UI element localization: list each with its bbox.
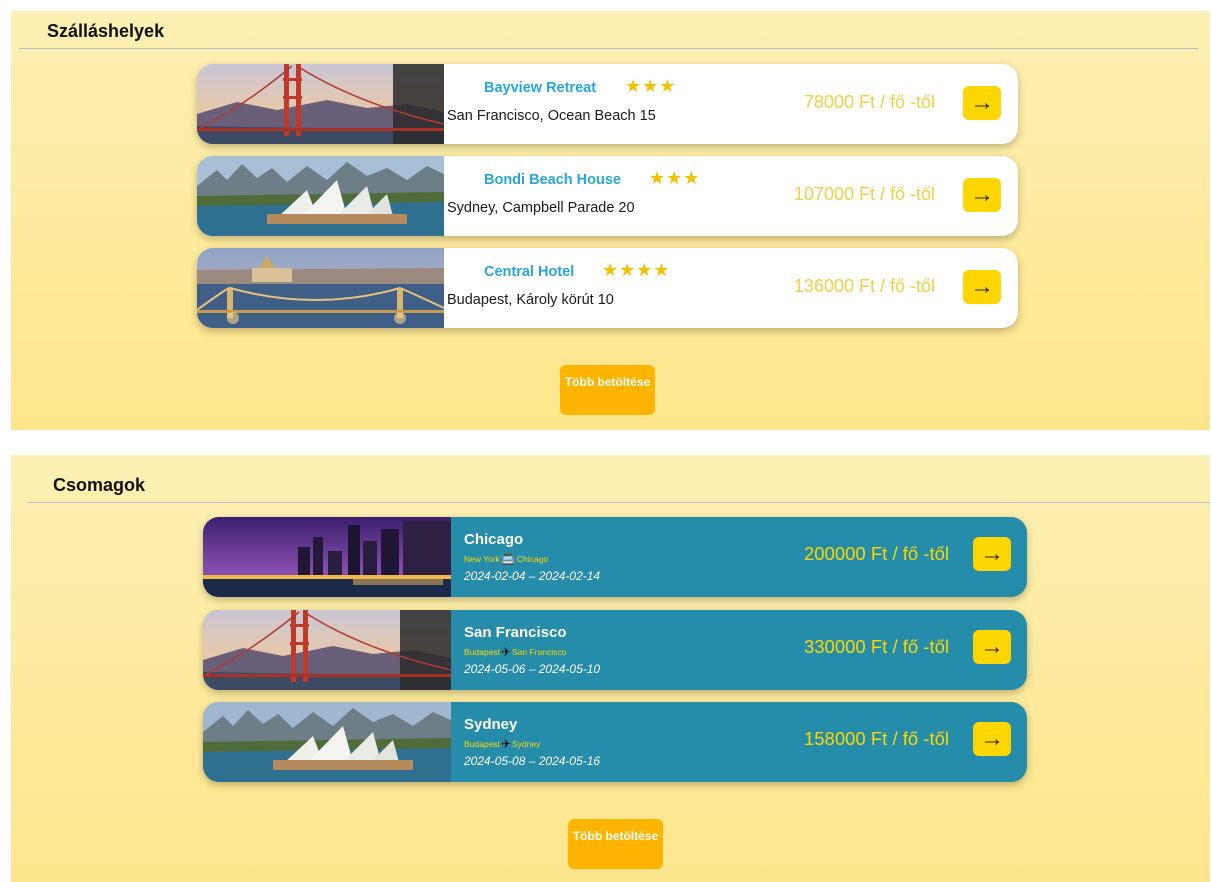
section-title: Szálláshelyek bbox=[47, 21, 165, 41]
route-origin: Budapest bbox=[464, 647, 500, 657]
budapest-chain-bridge-image bbox=[197, 248, 444, 328]
load-more-accommodations-button[interactable]: Több betöltése bbox=[560, 365, 655, 415]
accommodation-card[interactable]: Bondi Beach House ★★★ Sydney, Campbell P… bbox=[197, 156, 1018, 236]
route-destination: San Francisco bbox=[511, 647, 567, 657]
package-dates: 2024-05-06 – 2024-05-10 bbox=[464, 662, 601, 676]
package-city: Chicago bbox=[464, 531, 524, 548]
arrow-right-icon: → bbox=[970, 89, 994, 116]
star-rating-icon: ★★★ bbox=[625, 76, 677, 96]
open-hotel-button[interactable]: → bbox=[963, 178, 1001, 212]
bus-icon: 🚍 bbox=[500, 552, 516, 566]
arrow-right-icon: → bbox=[970, 273, 994, 300]
package-price: 158000 Ft / fő -től bbox=[803, 728, 949, 749]
open-package-button[interactable]: → bbox=[973, 722, 1011, 756]
route-destination: Sydney bbox=[511, 739, 541, 749]
package-card[interactable]: Chicago New York 🚍 Chicago 2024-02-04 – … bbox=[203, 517, 1027, 597]
hotel-price: 78000 Ft / fő -től bbox=[803, 92, 935, 112]
arrow-right-icon: → bbox=[980, 725, 1004, 752]
sydney-opera-house-image bbox=[197, 156, 444, 236]
package-city: Sydney bbox=[464, 716, 518, 733]
hotel-address: Budapest, Károly körút 10 bbox=[447, 292, 614, 308]
hotel-name-link[interactable]: Central Hotel bbox=[484, 264, 574, 280]
card-body: Bayview Retreat ★★★ San Francisco, Ocean… bbox=[444, 64, 1018, 144]
section-divider bbox=[27, 502, 1210, 503]
plane-icon: ✈ bbox=[500, 737, 511, 751]
package-card[interactable]: San Francisco Budapest ✈ San Francisco 2… bbox=[203, 610, 1027, 690]
package-dates: 2024-02-04 – 2024-02-14 bbox=[464, 569, 601, 583]
route-origin: New York bbox=[464, 554, 500, 564]
hotel-price: 136000 Ft / fő -től bbox=[793, 276, 935, 296]
open-package-button[interactable]: → bbox=[973, 537, 1011, 571]
accommodation-card[interactable]: Central Hotel ★★★★ Budapest, Károly körú… bbox=[197, 248, 1018, 328]
route-origin: Budapest bbox=[464, 739, 500, 749]
open-hotel-button[interactable]: → bbox=[963, 86, 1001, 120]
chicago-skyline-image bbox=[203, 517, 451, 597]
hotel-name-link[interactable]: Bayview Retreat bbox=[484, 80, 596, 96]
star-rating-icon: ★★★ bbox=[649, 168, 701, 188]
package-price: 330000 Ft / fő -től bbox=[803, 636, 949, 657]
golden-gate-bridge-image bbox=[203, 610, 451, 690]
star-rating-icon: ★★★★ bbox=[602, 260, 671, 280]
route-destination: Chicago bbox=[516, 554, 549, 564]
sydney-opera-house-image bbox=[203, 702, 451, 782]
arrow-right-icon: → bbox=[980, 633, 1004, 660]
hotel-name-link[interactable]: Bondi Beach House bbox=[484, 172, 621, 188]
card-body: Bondi Beach House ★★★ Sydney, Campbell P… bbox=[444, 156, 1018, 236]
plane-icon: ✈ bbox=[500, 645, 511, 659]
load-more-packages-button[interactable]: Több betöltése bbox=[568, 819, 663, 869]
card-body: Chicago New York 🚍 Chicago 2024-02-04 – … bbox=[451, 517, 1027, 597]
package-route: Budapest ✈ Sydney bbox=[464, 738, 540, 750]
package-city: San Francisco bbox=[464, 624, 567, 641]
open-package-button[interactable]: → bbox=[973, 630, 1011, 664]
accommodation-card[interactable]: Bayview Retreat ★★★ San Francisco, Ocean… bbox=[197, 64, 1018, 144]
arrow-right-icon: → bbox=[980, 540, 1004, 567]
hotel-address: San Francisco, Ocean Beach 15 bbox=[447, 108, 656, 124]
package-dates: 2024-05-08 – 2024-05-16 bbox=[464, 754, 601, 768]
package-card[interactable]: Sydney Budapest ✈ Sydney 2024-05-08 – 20… bbox=[203, 702, 1027, 782]
package-route: Budapest ✈ San Francisco bbox=[464, 646, 566, 658]
card-body: Central Hotel ★★★★ Budapest, Károly körú… bbox=[444, 248, 1018, 328]
golden-gate-bridge-image bbox=[197, 64, 444, 144]
accommodations-section: Szálláshelyek Bayview Retreat ★★★ San Fr… bbox=[11, 11, 1210, 430]
arrow-right-icon: → bbox=[970, 181, 994, 208]
hotel-address: Sydney, Campbell Parade 20 bbox=[447, 200, 635, 216]
package-route: New York 🚍 Chicago bbox=[464, 553, 548, 565]
section-title: Csomagok bbox=[53, 475, 146, 495]
card-body: Sydney Budapest ✈ Sydney 2024-05-08 – 20… bbox=[451, 702, 1027, 782]
card-body: San Francisco Budapest ✈ San Francisco 2… bbox=[451, 610, 1027, 690]
packages-section: Csomagok Chicago New York 🚍 Chicago 2024… bbox=[11, 455, 1210, 882]
open-hotel-button[interactable]: → bbox=[963, 270, 1001, 304]
section-divider bbox=[19, 48, 1198, 49]
hotel-price: 107000 Ft / fő -től bbox=[793, 184, 935, 204]
package-price: 200000 Ft / fő -től bbox=[803, 543, 949, 564]
